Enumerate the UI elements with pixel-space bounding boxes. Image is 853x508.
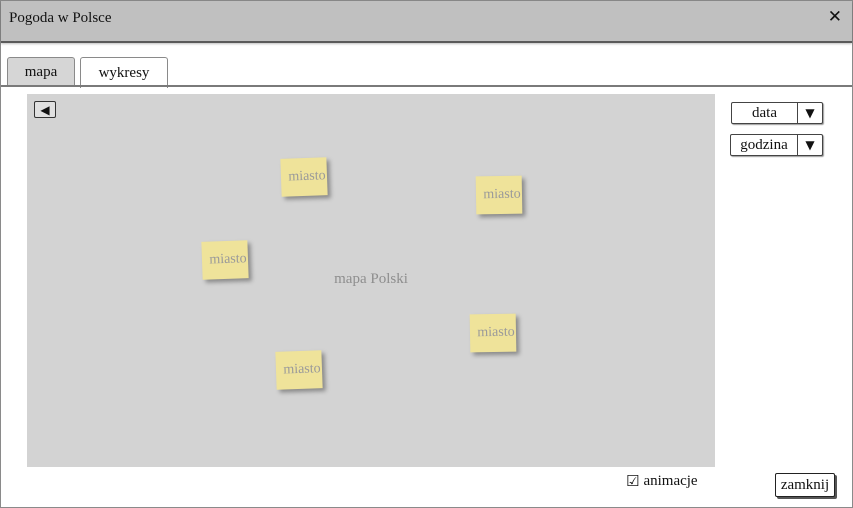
city-note-label: miasto: [483, 186, 521, 203]
hour-dropdown-label: godzina: [740, 136, 788, 153]
city-note[interactable]: miasto: [201, 240, 249, 280]
hour-dropdown[interactable]: godzina ▼: [730, 134, 823, 156]
date-dropdown-label: data: [752, 104, 777, 121]
animation-label: animacje: [643, 472, 698, 489]
tab-wykresy[interactable]: wykresy: [80, 57, 168, 88]
tab-divider: [1, 85, 852, 87]
city-note-label: miasto: [288, 168, 326, 185]
city-note[interactable]: miasto: [475, 175, 523, 215]
close-button[interactable]: zamknij: [775, 473, 835, 497]
tab-wykresy-label: wykresy: [98, 64, 150, 81]
city-note-label: miasto: [477, 324, 515, 341]
chevron-down-icon: ▼: [797, 135, 822, 155]
map-panel[interactable]: ◀ mapa Polski miasto miasto miasto miast…: [27, 94, 715, 467]
tab-mapa-label: mapa: [24, 63, 58, 80]
animation-toggle[interactable]: ☑ animacje: [626, 472, 698, 490]
city-note[interactable]: miasto: [275, 350, 323, 390]
date-dropdown[interactable]: data ▼: [731, 102, 823, 124]
back-arrow-icon[interactable]: ◀: [34, 101, 56, 118]
city-note-label: miasto: [209, 251, 247, 268]
window-title: Pogoda w Polsce: [9, 10, 112, 26]
weather-window: Pogoda w Polsce ✕ mapa wykresy ◀ mapa Po…: [0, 0, 853, 508]
checkbox-icon[interactable]: ☑: [626, 472, 639, 490]
city-note[interactable]: miasto: [280, 157, 328, 197]
title-bar: Pogoda w Polsce ✕: [1, 1, 852, 43]
map-placeholder: mapa Polski: [334, 271, 408, 287]
city-note-label: miasto: [283, 361, 321, 378]
tab-mapa[interactable]: mapa: [7, 57, 75, 86]
city-note[interactable]: miasto: [469, 313, 517, 353]
close-icon[interactable]: ✕: [828, 7, 842, 27]
chevron-down-icon: ▼: [797, 103, 822, 123]
